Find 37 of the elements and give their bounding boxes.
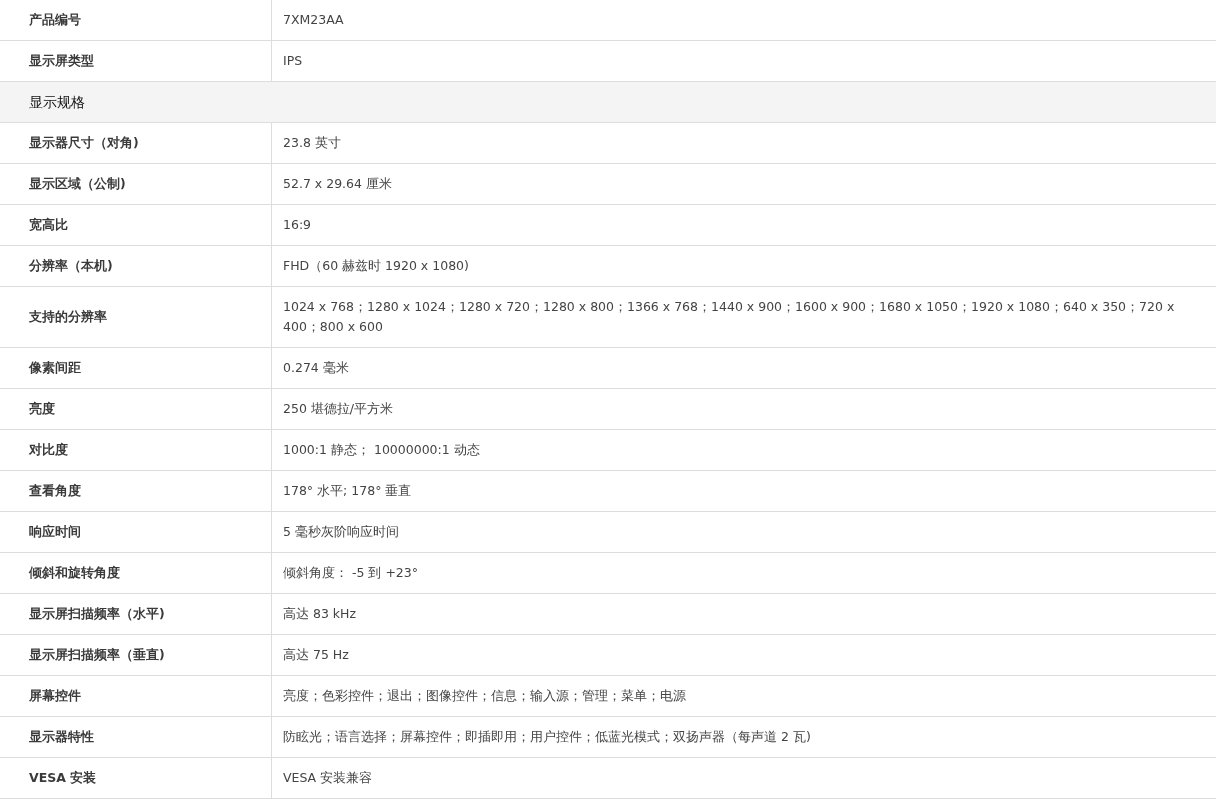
spec-value: 亮度；色彩控件；退出；图像控件；信息；输入源；管理；菜单；电源 — [283, 687, 686, 705]
spec-value: 1024 x 768；1280 x 1024；1280 x 720；1280 x 800；1366 x 768；1440 x 900；1600 x 900；1680 x 1050；1920 x 1080；640 x 350；720 x 400；800 x 600 — [283, 298, 1176, 336]
spec-label: 显示屏扫描频率（水平) — [29, 605, 165, 623]
spec-value: VESA 安装兼容 — [283, 769, 373, 787]
spec-value: 5 毫秒灰阶响应时间 — [283, 523, 399, 541]
spec-value: 23.8 英寸 — [283, 134, 341, 152]
spec-label: 屏幕控件 — [29, 687, 81, 705]
spec-value: 1000:1 静态； 10000000:1 动态 — [283, 441, 480, 459]
spec-value: 高达 83 kHz — [283, 605, 357, 623]
spec-label: 响应时间 — [29, 523, 81, 541]
spec-label: 显示屏扫描频率（垂直) — [29, 646, 165, 664]
spec-label: 显示器特性 — [29, 728, 94, 746]
spec-value: 7XM23AA — [283, 11, 344, 29]
spec-label: 宽高比 — [29, 216, 68, 234]
spec-label: 像素间距 — [29, 359, 81, 377]
spec-label: 分辨率（本机) — [29, 257, 113, 275]
spec-label: 查看角度 — [29, 482, 81, 500]
spec-value: 16:9 — [283, 216, 312, 234]
spec-value: 0.274 毫米 — [283, 359, 349, 377]
spec-label: 显示器尺寸（对角) — [29, 134, 139, 152]
spec-value: 防眩光；语言选择；屏幕控件；即插即用；用户控件；低蓝光模式；双扬声器（每声道 2 瓦) — [283, 728, 811, 746]
spec-label: 倾斜和旋转角度 — [29, 564, 120, 582]
spec-label: 对比度 — [29, 441, 68, 459]
spec-label: 产品编号 — [29, 11, 81, 29]
section-title: 显示规格 — [29, 94, 85, 110]
spec-value: 250 堪德拉/平方米 — [283, 400, 394, 418]
spec-value: IPS — [283, 52, 303, 70]
spec-value: 52.7 x 29.64 厘米 — [283, 175, 392, 193]
spec-label: 显示屏类型 — [29, 52, 94, 70]
spec-label: 支持的分辨率 — [29, 308, 107, 326]
spec-value: 178° 水平; 178° 垂直 — [283, 482, 412, 500]
spec-label: 亮度 — [29, 400, 55, 418]
spec-value: 高达 75 Hz — [283, 646, 349, 664]
spec-label: 显示区域（公制) — [29, 175, 126, 193]
spec-value: 倾斜角度： -5 到 +23° — [283, 564, 418, 582]
spec-label: VESA 安装 — [29, 769, 97, 787]
spec-value: FHD（60 赫兹时 1920 x 1080) — [283, 257, 469, 275]
